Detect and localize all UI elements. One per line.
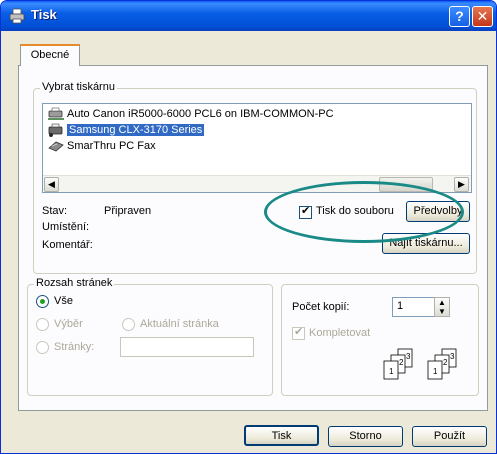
network-printer-icon	[48, 107, 64, 120]
printer-item[interactable]: Auto Canon iR5000-6000 PCL6 on IBM-COMMO…	[47, 106, 334, 122]
tab-general[interactable]: Obecné	[20, 44, 80, 66]
current-page-radio[interactable]	[122, 318, 135, 331]
apply-button[interactable]: Použít	[412, 426, 487, 447]
svg-text:3: 3	[450, 352, 455, 361]
printer-item[interactable]: SmarThru PC Fax	[47, 138, 156, 154]
copies-count-label: Počet kopií:	[292, 301, 350, 313]
svg-text:2: 2	[443, 358, 448, 367]
all-pages-label[interactable]: Vše	[54, 295, 73, 307]
comment-label: Komentář:	[42, 239, 93, 251]
status-label: Stav:	[42, 205, 68, 217]
general-tab-panel: Vybrat tiskárnu Auto Canon iR5000-6000 P…	[18, 65, 488, 411]
spin-down-icon[interactable]: ▼	[435, 307, 449, 316]
print-button[interactable]: Tisk	[244, 425, 319, 446]
svg-text:1: 1	[433, 367, 438, 376]
all-pages-radio[interactable]	[36, 295, 49, 308]
radio-selected-dot-icon	[40, 299, 45, 304]
checkmark-icon: ✔	[301, 205, 311, 217]
pages-label[interactable]: Stránky:	[54, 341, 94, 353]
selection-radio[interactable]	[36, 318, 49, 331]
collate-pages-icon: 3 2 1	[427, 348, 457, 380]
collate-pages-icon: 3 2 1	[383, 348, 413, 380]
find-printer-button[interactable]: Najít tiskárnu...	[382, 233, 470, 254]
printer-name: Auto Canon iR5000-6000 PCL6 on IBM-COMMO…	[67, 108, 334, 120]
scroll-left-arrow-icon[interactable]: ◀	[44, 177, 59, 192]
help-button[interactable]: ?	[449, 6, 470, 27]
current-page-label[interactable]: Aktuální stránka	[140, 318, 219, 330]
print-dialog: Tisk ? ✕ Obecné Vybrat tiskárnu Auto Can…	[0, 0, 497, 454]
svg-text:3: 3	[406, 352, 411, 361]
printer-icon	[48, 123, 63, 138]
select-printer-group: Vybrat tiskárnu Auto Canon iR5000-6000 P…	[33, 81, 477, 274]
select-printer-legend: Vybrat tiskárnu	[40, 81, 117, 93]
printer-item-selected[interactable]: Samsung CLX-3170 Series	[47, 122, 205, 138]
printer-name: Samsung CLX-3170 Series	[67, 124, 205, 136]
printer-icon	[9, 8, 25, 24]
print-to-file-checkbox[interactable]: ✔	[299, 205, 312, 219]
preferences-button[interactable]: Předvolby	[406, 201, 470, 222]
svg-text:2: 2	[399, 358, 404, 367]
page-range-group: Rozsah stránek Vše Výběr Aktuální stránk…	[27, 277, 273, 396]
pages-input[interactable]	[120, 337, 254, 357]
collate-checkbox[interactable]: ✔	[292, 326, 305, 340]
scroll-right-arrow-icon[interactable]: ▶	[454, 177, 469, 192]
window-title: Tisk	[31, 7, 57, 22]
horizontal-scrollbar[interactable]: ◀ ▶	[43, 175, 471, 192]
copies-stepper[interactable]: ▲ ▼	[434, 297, 450, 317]
fax-icon	[48, 141, 64, 152]
svg-text:1: 1	[389, 367, 394, 376]
collate-label[interactable]: Kompletovat	[309, 327, 370, 339]
scroll-thumb[interactable]	[379, 177, 433, 192]
printer-list[interactable]: Auto Canon iR5000-6000 PCL6 on IBM-COMMO…	[42, 103, 472, 193]
location-label: Umístění:	[42, 221, 90, 233]
print-to-file-label[interactable]: Tisk do souboru	[316, 205, 394, 217]
close-button[interactable]: ✕	[472, 6, 493, 27]
pages-radio[interactable]	[36, 341, 49, 354]
page-range-legend: Rozsah stránek	[34, 277, 115, 289]
status-value: Připraven	[104, 205, 152, 217]
copies-group: Počet kopií: 1 ▲ ▼ ✔ Kompletovat 3 2 1 3	[281, 284, 479, 396]
checkmark-icon: ✔	[294, 326, 304, 338]
cancel-button[interactable]: Storno	[328, 426, 403, 447]
printer-name: SmarThru PC Fax	[67, 140, 156, 152]
copies-count-input[interactable]: 1	[392, 297, 436, 317]
title-bar[interactable]: Tisk ? ✕	[1, 1, 496, 31]
spin-up-icon[interactable]: ▲	[435, 298, 449, 307]
selection-label[interactable]: Výběr	[54, 318, 83, 330]
